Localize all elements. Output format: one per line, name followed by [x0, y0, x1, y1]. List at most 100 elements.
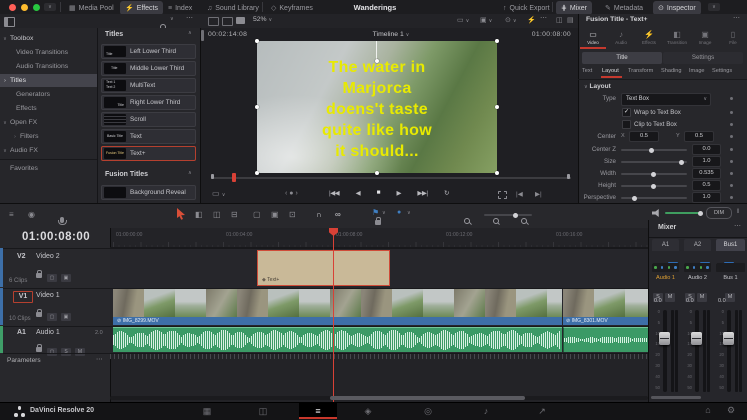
tab-effects[interactable]: ⚡ Effects — [120, 1, 163, 15]
settings-segment-tab[interactable]: Settings — [663, 52, 743, 64]
subtab-shading[interactable]: Shading — [661, 68, 682, 74]
size-value[interactable]: 1.0 — [692, 156, 721, 167]
track-name[interactable]: Audio 1 — [36, 329, 60, 336]
panel-collapse-icon[interactable] — [4, 17, 15, 27]
track-header-v2[interactable]: V2 Video 2 ▢▣ 6 Clips — [3, 248, 110, 288]
insert-clip-icon[interactable]: ▢ — [253, 210, 261, 219]
search-caret-icon[interactable]: ∨ — [170, 16, 174, 22]
viewer-playhead[interactable] — [232, 173, 236, 182]
timeline-selector[interactable]: Timeline 1 ∨ — [341, 31, 441, 38]
panel-layout-menu[interactable]: ∨ — [708, 3, 720, 11]
page-fusion[interactable]: ◈ — [358, 406, 378, 417]
razor-tool-icon[interactable]: ⊟ — [231, 210, 238, 219]
mixer-channel-tab-a1[interactable]: A1 — [652, 239, 679, 251]
fader-track[interactable] — [663, 310, 667, 392]
flag-icon[interactable]: ⚑ — [372, 208, 379, 217]
timeline-master-timecode[interactable]: 01:00:08:00 — [22, 231, 90, 243]
inspector-tab-audio[interactable]: ♪Audio — [607, 30, 635, 45]
keyframe-button[interactable] — [730, 111, 733, 114]
selection-tool-icon[interactable] — [176, 208, 186, 220]
position-lock-icon[interactable] — [375, 220, 381, 225]
next-edit-button[interactable]: ▶| — [535, 190, 542, 198]
width-slider[interactable] — [621, 173, 687, 175]
viewer-options-icon[interactable]: ⋯ — [540, 14, 547, 22]
timeline-hscroll-thumb[interactable] — [330, 396, 525, 400]
title-segment-tab[interactable]: Title — [582, 52, 662, 64]
tab-sound-library[interactable]: ♫ Sound Library — [202, 1, 264, 15]
subtab-text[interactable]: Text — [582, 68, 592, 74]
inspector-tab-file[interactable]: ▯File — [719, 30, 747, 45]
track-id-destination[interactable]: V1 — [13, 291, 33, 303]
transform-handle[interactable] — [255, 105, 259, 109]
perspective-slider[interactable] — [621, 197, 687, 199]
track-lock-icon[interactable] — [36, 347, 42, 352]
marker-icon[interactable]: ● — [397, 209, 401, 216]
size-slider[interactable] — [621, 161, 687, 163]
tab-mixer[interactable]: ⋕ Mixer — [556, 1, 592, 15]
collapse-section-icon[interactable]: ∧ — [188, 170, 192, 176]
home-button[interactable]: ⌂ — [698, 405, 718, 415]
nav-favorites[interactable]: Favorites — [0, 162, 107, 175]
track-enable-button[interactable]: ▣ — [61, 313, 71, 321]
keyframe-button[interactable] — [730, 172, 733, 175]
link-clips-icon[interactable]: ∞ — [335, 210, 341, 219]
gain-value[interactable]: 0.0 — [654, 298, 662, 304]
transform-handle[interactable] — [495, 105, 499, 109]
volume-slider-handle[interactable] — [698, 211, 703, 216]
track-header-a1[interactable]: A1 Audio 1 2.0 ▢SM — [3, 326, 110, 354]
zoom-fit-icon[interactable] — [464, 218, 470, 224]
title-item-left-lower-third[interactable]: Title Left Lower Third — [101, 44, 196, 59]
loop-button[interactable]: ↻ — [444, 189, 449, 197]
center-z-slider[interactable] — [621, 149, 687, 151]
inspector-options-icon[interactable]: ⋯ — [733, 14, 740, 22]
transform-handle[interactable] — [255, 171, 259, 175]
title-item-background-reveal[interactable]: Background Reveal — [101, 185, 196, 200]
perspective-value[interactable]: 1.0 — [692, 192, 721, 203]
tab-media-pool[interactable]: ▦ Media Pool — [64, 1, 119, 15]
tab-inspector[interactable]: ⊙ Inspector — [653, 1, 701, 15]
play-reverse-button[interactable]: ◀ — [356, 189, 361, 197]
dynamic-trim-tool-icon[interactable]: ◫ — [213, 210, 221, 219]
inspector-tab-effects[interactable]: ⚡Effects — [635, 30, 663, 45]
gain-value[interactable]: 0.0 — [686, 298, 694, 304]
play-button[interactable]: ▶ — [396, 189, 401, 197]
jog-control[interactable]: ‹ ● › — [285, 190, 298, 197]
layout-section-header[interactable]: ∨ Layout — [584, 83, 611, 90]
fader-track[interactable] — [727, 310, 731, 392]
flag-caret-icon[interactable]: ∨ — [382, 210, 386, 216]
page-edit[interactable]: ≡ — [308, 406, 328, 416]
inspector-tab-transition[interactable]: ◧Transition — [663, 30, 691, 45]
keyframe-button[interactable] — [730, 184, 733, 187]
keyframe-button[interactable] — [730, 148, 733, 151]
page-color[interactable]: ◎ — [418, 406, 438, 417]
match-frame-button[interactable] — [498, 191, 507, 199]
prev-edit-button[interactable]: |◀ — [516, 190, 523, 198]
track-lock-icon[interactable] — [36, 312, 42, 317]
wrap-checkbox[interactable]: ✓ — [622, 108, 631, 117]
overwrite-clip-icon[interactable]: ▣ — [271, 210, 279, 219]
auto-select-button[interactable]: ▢ — [47, 274, 57, 282]
clip-checkbox[interactable] — [622, 120, 631, 129]
mute-button[interactable]: M — [665, 293, 675, 302]
go-to-end-button[interactable]: ▶▶| — [417, 189, 427, 197]
timeline-clip-video-a[interactable]: ⊘ IMG_8299.MOV — [113, 289, 562, 325]
snapping-icon[interactable]: ∩ — [316, 210, 322, 219]
transform-center-handle[interactable] — [375, 59, 379, 63]
nav-open-fx[interactable]: ∨Open FX — [0, 116, 97, 129]
stop-button[interactable]: ■ — [377, 189, 380, 197]
nav-titles[interactable]: ›Titles — [0, 74, 97, 87]
track-id[interactable]: A1 — [17, 329, 26, 336]
inspector-tab-video[interactable]: ▭Video — [579, 30, 607, 45]
center-y-input[interactable]: 0.5 — [684, 131, 714, 142]
keyframe-button[interactable] — [730, 97, 733, 100]
timeline-clip-video-b[interactable]: ⊘ IMG_8301.MOV — [563, 289, 648, 325]
macos-minimize-button[interactable] — [21, 4, 28, 11]
settings-gear-button[interactable]: ⚙ — [721, 405, 741, 416]
title-item-text-plus[interactable]: Fusion Title Text+ — [101, 146, 196, 161]
stacked-timelines-icon[interactable]: ◉ — [28, 210, 35, 219]
title-item-multitext[interactable]: Text 1 Text 2 MultiText — [101, 78, 196, 93]
video-frame[interactable]: The water in Marjorca doens't taste quit… — [257, 41, 497, 173]
timeline-options-icon[interactable]: ≡ — [9, 210, 14, 219]
mute-button[interactable]: M — [725, 293, 735, 302]
transform-handle[interactable] — [375, 171, 379, 175]
